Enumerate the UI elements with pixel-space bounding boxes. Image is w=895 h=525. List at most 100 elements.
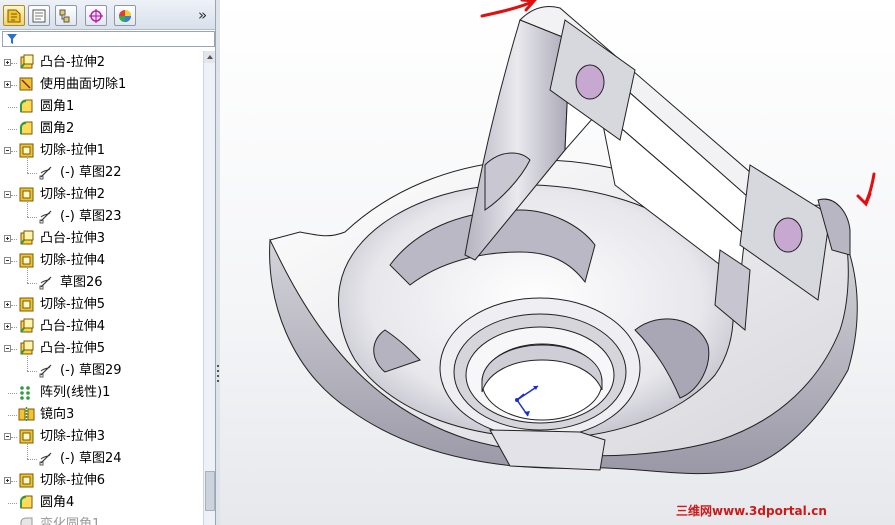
tree-item-label: 使用曲面切除1 bbox=[40, 77, 127, 92]
tree-item-label: 阵列(线性)1 bbox=[40, 385, 111, 400]
tree-item[interactable]: 切除-拉伸2 bbox=[0, 184, 203, 206]
scroll-up-button[interactable] bbox=[204, 51, 215, 63]
tree-item-label: 切除-拉伸3 bbox=[40, 429, 105, 444]
tree-connector bbox=[11, 327, 17, 328]
tree-connector bbox=[27, 200, 28, 217]
tree-item[interactable]: 凸台-拉伸5 bbox=[0, 338, 203, 360]
expand-toggle[interactable] bbox=[4, 59, 11, 66]
tree-item-label: (-) 草图23 bbox=[60, 209, 122, 224]
collapse-toggle[interactable] bbox=[4, 147, 11, 154]
tree-connector bbox=[11, 151, 17, 152]
tree-item[interactable]: 切除-拉伸5 bbox=[0, 294, 203, 316]
property-manager-tab[interactable] bbox=[28, 5, 50, 26]
tree-subitem[interactable]: (-) 草图29 bbox=[0, 354, 203, 382]
tree-item[interactable]: 切除-拉伸4 bbox=[0, 250, 203, 272]
watermark-text: 三维网www.3dportal.cn bbox=[676, 504, 827, 518]
expand-toggle[interactable] bbox=[4, 81, 11, 88]
tree-item-label: (-) 草图24 bbox=[60, 451, 122, 466]
tree-connector bbox=[11, 85, 17, 86]
collapse-toggle[interactable] bbox=[4, 257, 11, 264]
tree-item[interactable]: 变化圆角1 bbox=[0, 514, 203, 525]
sketch-icon bbox=[39, 166, 52, 180]
dimxpert-manager-tab[interactable] bbox=[85, 5, 107, 26]
tree-item[interactable]: 圆角2 bbox=[0, 118, 203, 140]
expand-toggle[interactable] bbox=[4, 477, 11, 484]
tree-connector bbox=[8, 129, 17, 130]
manager-tab-bar: » bbox=[0, 0, 215, 30]
collapse-toggle[interactable] bbox=[4, 191, 11, 198]
expand-toggle[interactable] bbox=[4, 301, 11, 308]
tree-item-label: 凸台-拉伸5 bbox=[40, 341, 105, 356]
tree-filter-field[interactable] bbox=[2, 31, 215, 47]
tree-connector bbox=[27, 283, 37, 284]
tree-item[interactable]: 切除-拉伸3 bbox=[0, 426, 203, 448]
expand-panel-button[interactable]: » bbox=[198, 6, 207, 24]
property-manager-icon bbox=[32, 9, 46, 23]
surface-cut-icon bbox=[19, 77, 33, 91]
tree-item-label: 凸台-拉伸4 bbox=[40, 319, 105, 334]
tree-connector bbox=[11, 195, 17, 196]
part-model bbox=[269, 0, 876, 475]
configuration-manager-tab[interactable] bbox=[55, 5, 77, 26]
tree-connector bbox=[11, 349, 17, 350]
expand-toggle[interactable] bbox=[4, 235, 11, 242]
scroll-thumb[interactable] bbox=[205, 471, 215, 511]
tree-subitem[interactable]: (-) 草图23 bbox=[0, 200, 203, 228]
extrude-boss-icon bbox=[20, 230, 34, 245]
extrude-cut-icon bbox=[19, 473, 34, 488]
annotation-arrow-right bbox=[856, 172, 876, 207]
linear-pattern-icon bbox=[20, 386, 30, 400]
tree-item-label: 圆角2 bbox=[40, 121, 75, 136]
tree-item[interactable]: 切除-拉伸1 bbox=[0, 140, 203, 162]
sketch-icon bbox=[39, 452, 52, 466]
tree-item-label: 凸台-拉伸3 bbox=[40, 231, 105, 246]
collapse-toggle[interactable] bbox=[4, 433, 11, 440]
expand-toggle[interactable] bbox=[4, 323, 11, 330]
graphics-area[interactable] bbox=[220, 0, 895, 525]
tree-connector bbox=[11, 261, 17, 262]
tree-scrollbar[interactable] bbox=[203, 51, 215, 525]
tree-connector bbox=[11, 437, 17, 438]
tree-connector bbox=[8, 503, 17, 504]
annotation-arrow-top bbox=[480, 0, 537, 18]
extrude-boss-icon bbox=[20, 318, 34, 333]
sketch-icon bbox=[39, 364, 52, 378]
tree-subitem[interactable]: (-) 草图24 bbox=[0, 442, 203, 470]
sketch-icon bbox=[39, 210, 52, 224]
tree-connector bbox=[8, 107, 17, 108]
tree-connector bbox=[27, 266, 28, 283]
tree-item-label: (-) 草图29 bbox=[60, 363, 122, 378]
variable-fillet-icon bbox=[20, 517, 33, 525]
tree-item-label: 切除-拉伸5 bbox=[40, 297, 105, 312]
tree-connector bbox=[11, 63, 17, 64]
tree-subitem[interactable]: 草图26 bbox=[0, 266, 203, 294]
tree-item[interactable]: 圆角1 bbox=[0, 96, 203, 118]
tree-connector bbox=[27, 173, 37, 174]
tree-item-label: 切除-拉伸6 bbox=[40, 473, 105, 488]
tree-connector bbox=[11, 239, 17, 240]
tree-connector bbox=[27, 371, 37, 372]
tree-item-label: 草图26 bbox=[60, 275, 103, 290]
feature-manager-tab[interactable] bbox=[3, 5, 25, 26]
display-manager-tab[interactable] bbox=[114, 5, 136, 26]
fillet-icon bbox=[20, 121, 33, 135]
tree-connector bbox=[27, 442, 28, 459]
tree-item[interactable]: 镜向3 bbox=[0, 404, 203, 426]
tree-item[interactable]: 凸台-拉伸4 bbox=[0, 316, 203, 338]
tree-item-label: 圆角1 bbox=[40, 99, 75, 114]
tree-item[interactable]: 圆角4 bbox=[0, 492, 203, 514]
tree-item-label: 切除-拉伸4 bbox=[40, 253, 105, 268]
collapse-toggle[interactable] bbox=[4, 345, 11, 352]
tree-connector bbox=[27, 459, 37, 460]
tree-item-label: 圆角4 bbox=[40, 495, 75, 510]
tree-item[interactable]: 切除-拉伸6 bbox=[0, 470, 203, 492]
tree-item[interactable]: 阵列(线性)1 bbox=[0, 382, 203, 404]
feature-tree: 凸台-拉伸2 使用曲面切除1 圆角1 圆角2 切除-拉伸1 (-) 草图22 切除-拉伸2 (… bbox=[0, 51, 203, 525]
crosshair-icon bbox=[89, 9, 103, 23]
sketch-icon bbox=[39, 276, 52, 290]
tree-item[interactable]: 凸台-拉伸2 bbox=[0, 52, 203, 74]
tree-item[interactable]: 使用曲面切除1 bbox=[0, 74, 203, 96]
tree-subitem[interactable]: (-) 草图22 bbox=[0, 156, 203, 184]
tree-item-label: 切除-拉伸2 bbox=[40, 187, 105, 202]
tree-item[interactable]: 凸台-拉伸3 bbox=[0, 228, 203, 250]
